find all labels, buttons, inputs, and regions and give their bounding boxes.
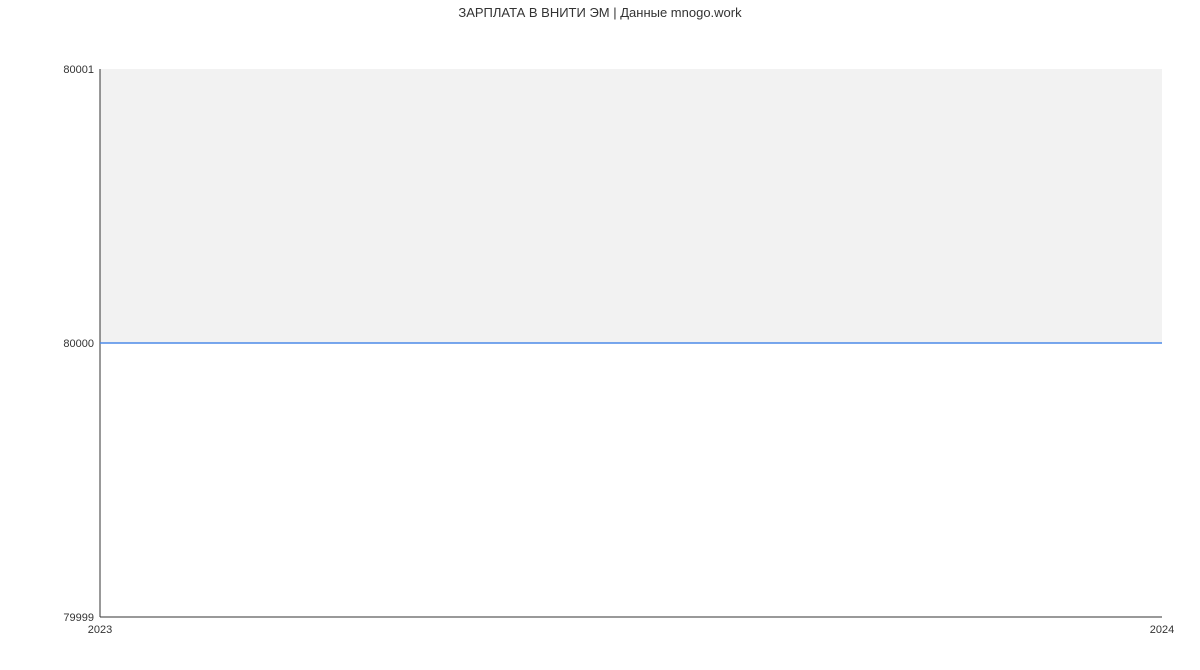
line-chart: 79999 80000 80001 2023 2024 bbox=[0, 20, 1200, 670]
svg-text:80001: 80001 bbox=[63, 64, 94, 76]
svg-text:2023: 2023 bbox=[88, 624, 112, 636]
svg-text:2024: 2024 bbox=[1150, 624, 1174, 636]
chart-container: ЗАРПЛАТА В ВНИТИ ЭМ | Данные mnogo.work … bbox=[0, 0, 1200, 650]
svg-text:80000: 80000 bbox=[63, 338, 94, 350]
chart-title: ЗАРПЛАТА В ВНИТИ ЭМ | Данные mnogo.work bbox=[0, 0, 1200, 20]
svg-text:79999: 79999 bbox=[63, 612, 94, 624]
